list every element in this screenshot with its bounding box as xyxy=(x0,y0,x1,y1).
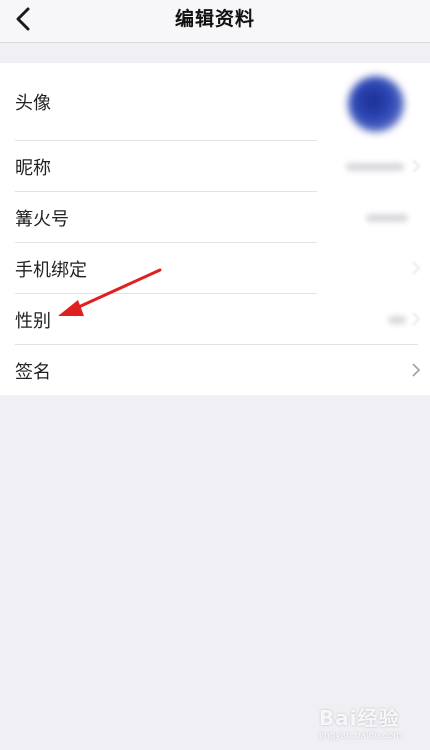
watermark-text: Bai经验 xyxy=(318,706,400,730)
avatar xyxy=(348,76,404,132)
gender-row[interactable]: 性别 xyxy=(0,294,430,344)
nickname-label: 昵称 xyxy=(15,158,51,179)
navigation-bar: 编辑资料 xyxy=(0,0,430,43)
avatar-row[interactable]: 头像 xyxy=(0,63,430,141)
nickname-row[interactable]: 昵称 xyxy=(0,141,430,191)
bonfire-id-value xyxy=(366,214,408,222)
chevron-right-icon xyxy=(412,363,421,377)
phone-binding-row[interactable]: 手机绑定 xyxy=(0,243,430,293)
signature-label: 签名 xyxy=(15,362,51,383)
gender-value xyxy=(388,316,406,324)
watermark-subtext: jingyan.baidu.com xyxy=(318,731,402,741)
watermark-logo: Bai经验 jingyan.baidu.com xyxy=(319,702,402,741)
avatar-label: 头像 xyxy=(15,93,51,114)
bonfire-id-label: 篝火号 xyxy=(15,209,69,230)
nickname-value xyxy=(346,163,404,171)
profile-settings-list: 头像 昵称 篝火号 手机绑定 性别 签名 xyxy=(0,63,430,395)
gender-label: 性别 xyxy=(15,311,51,332)
chevron-right-icon xyxy=(412,261,421,275)
signature-row[interactable]: 签名 xyxy=(0,345,430,395)
bonfire-id-row[interactable]: 篝火号 xyxy=(0,192,430,242)
chevron-right-icon xyxy=(412,159,421,173)
chevron-right-icon xyxy=(412,312,421,326)
page-title: 编辑资料 xyxy=(174,8,255,30)
phone-binding-label: 手机绑定 xyxy=(15,260,87,281)
